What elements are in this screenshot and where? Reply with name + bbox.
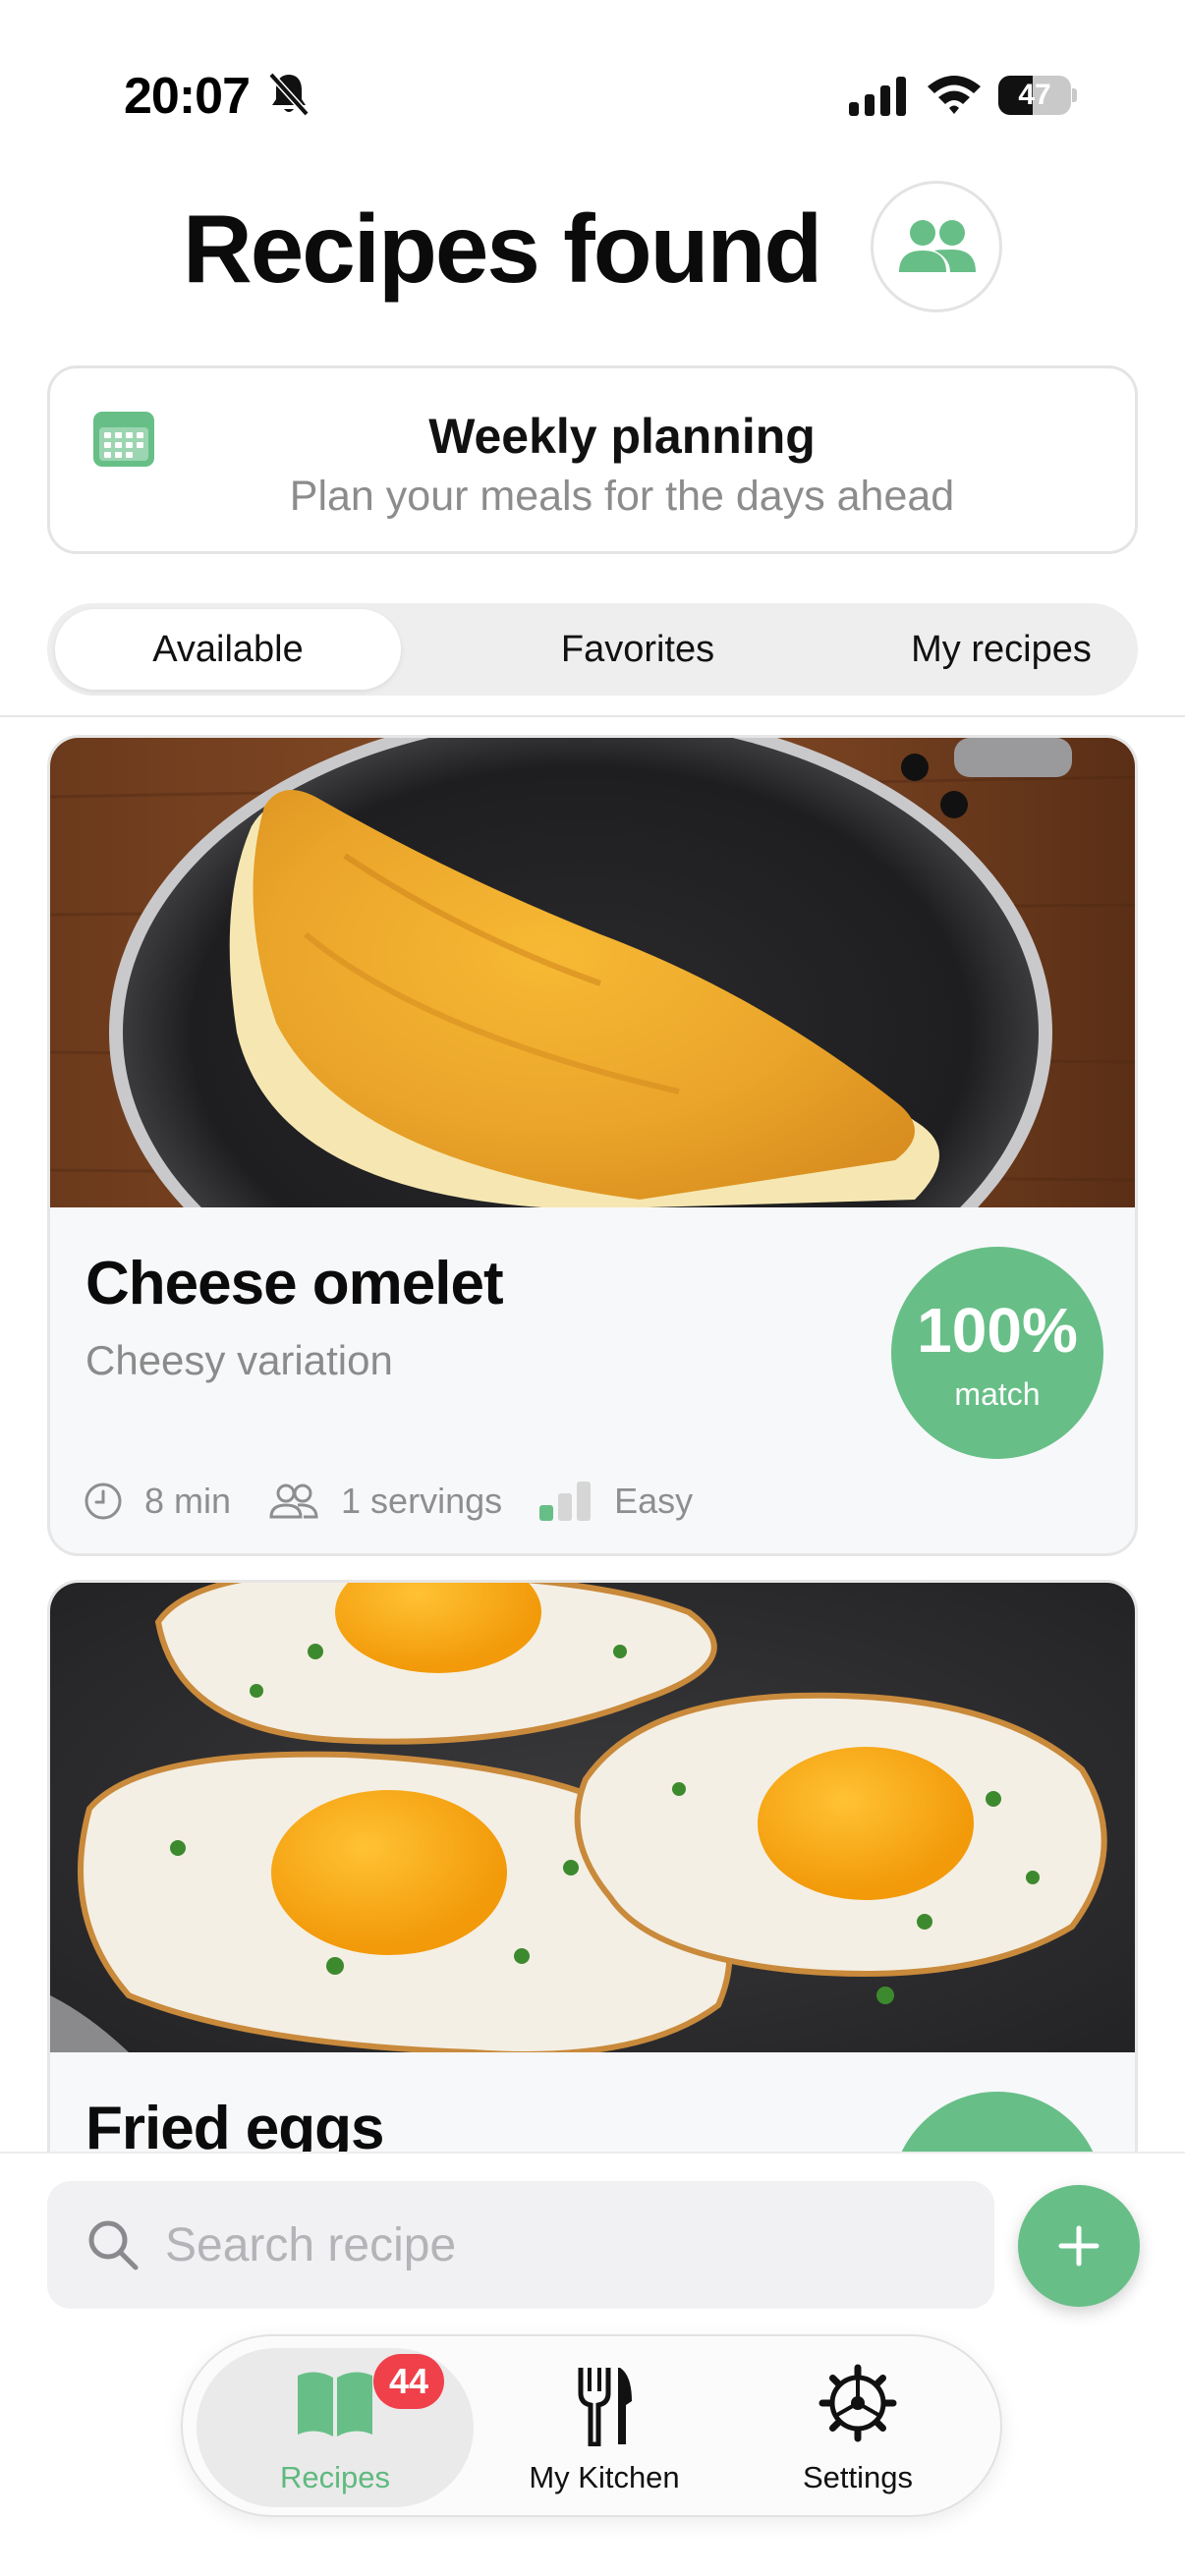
- recipe-meta: 8 min 1 servings Easy: [84, 1477, 730, 1526]
- tab-recipes[interactable]: 44 Recipes: [197, 2348, 474, 2507]
- difficulty-bars-icon: [539, 1482, 592, 1521]
- book-icon: [298, 2372, 372, 2436]
- divider: [0, 715, 1185, 717]
- servings-text: 1 servings: [341, 1481, 503, 1521]
- status-time: 20:07: [124, 68, 251, 125]
- difficulty: Easy: [539, 1481, 693, 1522]
- search-input[interactable]: Search recipe: [47, 2181, 994, 2309]
- plus-icon: [1058, 2225, 1100, 2267]
- search-icon: [88, 2220, 139, 2270]
- recipes-count-badge: 44: [373, 2354, 444, 2409]
- recipe-filter-tabs: Available Favorites My recipes: [47, 603, 1138, 696]
- recipe-name: Cheese omelet: [85, 1250, 504, 1317]
- match-percent: 100%: [917, 1295, 1078, 1366]
- prep-time: 8 min: [84, 1481, 231, 1522]
- tab-my-recipes[interactable]: My recipes: [818, 609, 1185, 690]
- tab-my-kitchen[interactable]: My Kitchen: [466, 2348, 743, 2507]
- prep-time-text: 8 min: [144, 1481, 232, 1521]
- fork-knife-icon: [578, 2368, 632, 2446]
- recipe-card[interactable]: Cheese omelet Cheesy variation 100% matc…: [47, 735, 1138, 1556]
- battery-indicator: 47: [998, 76, 1077, 115]
- match-label: match: [954, 1376, 1041, 1412]
- planning-title: Weekly planning: [428, 409, 816, 464]
- bottom-bar: Search recipe 44 Recipes My Kitchen Sett…: [0, 2152, 1185, 2576]
- people-icon: [899, 220, 976, 272]
- tab-settings[interactable]: Settings: [719, 2348, 996, 2507]
- page-title: Recipes found: [183, 195, 822, 303]
- add-recipe-button[interactable]: [1018, 2185, 1140, 2307]
- bell-muted-icon: [268, 72, 310, 117]
- household-button[interactable]: [871, 181, 1002, 312]
- recipe-variant: Cheesy variation: [85, 1337, 393, 1383]
- servings: 1 servings: [268, 1481, 502, 1522]
- tab-recipes-label: Recipes: [280, 2460, 390, 2494]
- people-outline-icon: [269, 1484, 318, 1519]
- search-placeholder: Search recipe: [165, 2219, 457, 2271]
- planning-subtitle: Plan your meals for the days ahead: [289, 473, 955, 520]
- recipe-image-omelet: [50, 738, 1135, 1207]
- weekly-planning-card[interactable]: Weekly planning Plan your meals for the …: [47, 365, 1138, 554]
- signal-icon: [849, 77, 906, 116]
- gear-icon: [818, 2364, 897, 2442]
- tab-available[interactable]: Available: [55, 609, 401, 690]
- recipe-image-fried-eggs: [50, 1583, 1135, 2052]
- status-bar: 20:07 47: [0, 0, 1185, 187]
- tab-settings-label: Settings: [802, 2460, 913, 2494]
- battery-percent: 47: [1018, 79, 1051, 111]
- clock-icon: [85, 1483, 122, 1520]
- difficulty-text: Easy: [614, 1481, 694, 1521]
- wifi-icon: [928, 76, 981, 114]
- bottom-tab-bar: 44 Recipes My Kitchen Settings: [181, 2334, 1002, 2517]
- tab-my-kitchen-label: My Kitchen: [529, 2460, 680, 2494]
- match-badge: 100% match: [891, 1247, 1103, 1459]
- tab-favorites[interactable]: Favorites: [454, 609, 821, 690]
